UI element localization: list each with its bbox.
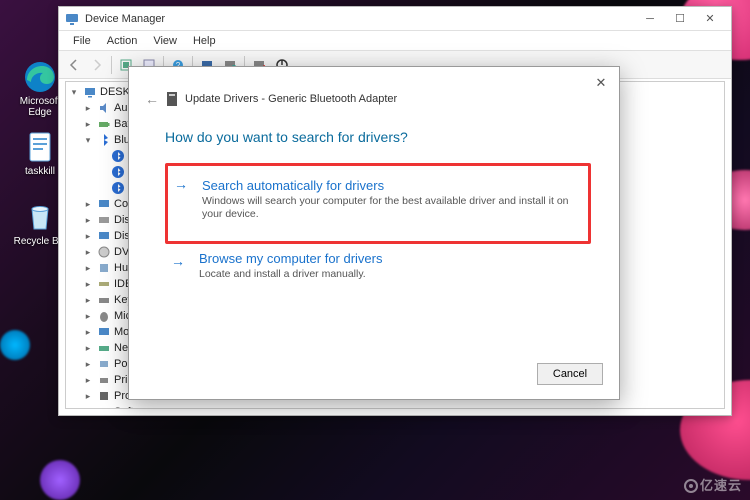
option-title: Browse my computer for drivers: [199, 251, 585, 266]
tree-item-software[interactable]: ▸Softw: [68, 404, 722, 409]
dialog-close-button[interactable]: ✕: [593, 75, 609, 91]
menu-action[interactable]: Action: [101, 33, 144, 49]
recycle-bin-icon: [23, 200, 57, 234]
update-drivers-dialog: ✕ ← Update Drivers - Generic Bluetooth A…: [128, 66, 620, 400]
titlebar[interactable]: Device Manager ─ ☐ ✕: [59, 7, 731, 31]
option-search-automatically[interactable]: → Search automatically for drivers Windo…: [165, 163, 591, 244]
dialog-back-button[interactable]: ←: [145, 91, 159, 107]
edge-icon: [23, 60, 57, 94]
watermark: 亿速云: [684, 475, 742, 494]
driver-icon: [165, 91, 179, 107]
option-description: Locate and install a driver manually.: [199, 268, 585, 281]
wallpaper-shape: [0, 330, 30, 360]
dialog-question: How do you want to search for drivers?: [165, 129, 408, 145]
menu-file[interactable]: File: [67, 33, 97, 49]
arrow-right-icon: →: [174, 176, 188, 192]
dialog-title: Update Drivers - Generic Bluetooth Adapt…: [185, 93, 397, 105]
cancel-button[interactable]: Cancel: [537, 363, 603, 385]
arrow-right-icon: →: [171, 253, 185, 269]
window-title: Device Manager: [85, 13, 165, 25]
wallpaper-shape: [40, 460, 80, 500]
dialog-header: Update Drivers - Generic Bluetooth Adapt…: [165, 91, 397, 107]
maximize-button[interactable]: ☐: [665, 8, 695, 30]
toolbar-forward-button[interactable]: [86, 54, 108, 76]
close-button[interactable]: ✕: [695, 8, 725, 30]
minimize-button[interactable]: ─: [635, 8, 665, 30]
toolbar-back-button[interactable]: [63, 54, 85, 76]
option-title: Search automatically for drivers: [202, 178, 582, 193]
option-description: Windows will search your computer for th…: [202, 195, 582, 221]
device-manager-icon: [65, 12, 79, 26]
option-browse-computer[interactable]: → Browse my computer for drivers Locate …: [165, 243, 591, 289]
menubar: File Action View Help: [59, 31, 731, 51]
document-icon: [23, 130, 57, 164]
menu-help[interactable]: Help: [187, 33, 222, 49]
menu-view[interactable]: View: [147, 33, 183, 49]
